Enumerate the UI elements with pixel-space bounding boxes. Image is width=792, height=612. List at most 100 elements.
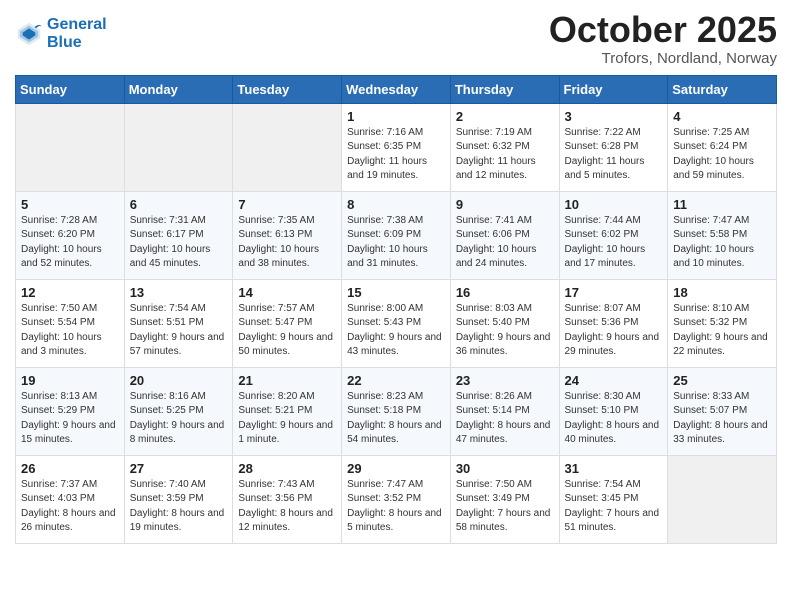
calendar-cell: 8Sunrise: 7:38 AM Sunset: 6:09 PM Daylig… [342,191,451,279]
day-number: 4 [673,109,771,124]
calendar-cell: 16 Sunrise: 8:03 AM Sunset: 5:40 PM Dayli… [450,279,559,367]
day-number: 2 [456,109,554,124]
col-saturday: Saturday [668,75,777,103]
calendar-cell: 27 Sunrise: 7:40 AM Sunset: 3:59 PM Dayli… [124,455,233,543]
calendar-cell: 22 Sunrise: 8:23 AM Sunset: 5:18 PM Dayli… [342,367,451,455]
calendar-cell: 26 Sunrise: 7:37 AM Sunset: 4:03 PM Dayli… [16,455,125,543]
col-tuesday: Tuesday [233,75,342,103]
day-number: 22 [347,373,445,388]
logo-text: General Blue [47,16,107,51]
day-info: Sunrise: 7:47 AM Sunset: 5:58 PM Dayligh… [673,214,771,272]
calendar-cell: 15Sunrise: 8:00 AM Sunset: 5:43 PM Dayli… [342,279,451,367]
day-number: 13 [130,285,228,300]
day-number: 25 [673,373,771,388]
day-info: Sunrise: 8:20 AM Sunset: 5:21 PM Dayligh… [238,390,336,448]
calendar-week-row: 19 Sunrise: 8:13 AM Sunset: 5:29 PM Dayli… [16,367,777,455]
calendar-cell: 12 Sunrise: 7:50 AM Sunset: 5:54 PM Dayli… [16,279,125,367]
day-number: 18 [673,285,771,300]
day-number: 23 [456,373,554,388]
day-info: Sunrise: 8:26 AM Sunset: 5:14 PM Dayligh… [456,390,554,448]
col-wednesday: Wednesday [342,75,451,103]
day-info: Sunrise: 8:23 AM Sunset: 5:18 PM Dayligh… [347,390,445,448]
calendar-cell: 19 Sunrise: 8:13 AM Sunset: 5:29 PM Dayli… [16,367,125,455]
day-info: Sunrise: 7:41 AM Sunset: 6:06 PM Dayligh… [456,214,554,272]
day-info: Sunrise: 7:57 AM Sunset: 5:47 PM Dayligh… [238,302,336,360]
col-friday: Friday [559,75,668,103]
day-number: 1 [347,109,445,124]
day-number: 9 [456,197,554,212]
calendar-cell: 14 Sunrise: 7:57 AM Sunset: 5:47 PM Dayli… [233,279,342,367]
calendar-cell: 24 Sunrise: 8:30 AM Sunset: 5:10 PM Dayli… [559,367,668,455]
day-number: 31 [565,461,663,476]
calendar-cell: 23 Sunrise: 8:26 AM Sunset: 5:14 PM Dayli… [450,367,559,455]
day-number: 12 [21,285,119,300]
day-number: 30 [456,461,554,476]
calendar-week-row: 1 Sunrise: 7:16 AM Sunset: 6:35 PM Daylig… [16,103,777,191]
logo: General Blue [15,16,107,51]
day-info: Sunrise: 8:00 AM Sunset: 5:43 PM Dayligh… [347,302,445,360]
day-info: Sunrise: 7:22 AM Sunset: 6:28 PM Dayligh… [565,126,663,184]
day-number: 26 [21,461,119,476]
day-number: 21 [238,373,336,388]
calendar-cell: 18Sunrise: 8:10 AM Sunset: 5:32 PM Dayli… [668,279,777,367]
calendar-cell [124,103,233,191]
day-info: Sunrise: 8:03 AM Sunset: 5:40 PM Dayligh… [456,302,554,360]
day-number: 20 [130,373,228,388]
col-sunday: Sunday [16,75,125,103]
col-thursday: Thursday [450,75,559,103]
day-info: Sunrise: 8:07 AM Sunset: 5:36 PM Dayligh… [565,302,663,360]
calendar-cell: 13 Sunrise: 7:54 AM Sunset: 5:51 PM Dayli… [124,279,233,367]
day-info: Sunrise: 7:50 AM Sunset: 5:54 PM Dayligh… [21,302,119,360]
day-info: Sunrise: 7:25 AM Sunset: 6:24 PM Dayligh… [673,126,771,184]
calendar-cell: 29Sunrise: 7:47 AM Sunset: 3:52 PM Dayli… [342,455,451,543]
day-info: Sunrise: 8:13 AM Sunset: 5:29 PM Dayligh… [21,390,119,448]
day-info: Sunrise: 7:44 AM Sunset: 6:02 PM Dayligh… [565,214,663,272]
col-monday: Monday [124,75,233,103]
calendar-cell: 5Sunrise: 7:28 AM Sunset: 6:20 PM Daylig… [16,191,125,279]
calendar-cell [16,103,125,191]
day-number: 28 [238,461,336,476]
calendar-cell: 4 Sunrise: 7:25 AM Sunset: 6:24 PM Daylig… [668,103,777,191]
day-number: 19 [21,373,119,388]
page-header: General Blue October 2025 Trofors, Nordl… [15,10,777,67]
calendar-table: Sunday Monday Tuesday Wednesday Thursday… [15,75,777,544]
month-title: October 2025 [549,10,777,50]
day-info: Sunrise: 8:16 AM Sunset: 5:25 PM Dayligh… [130,390,228,448]
day-info: Sunrise: 8:33 AM Sunset: 5:07 PM Dayligh… [673,390,771,448]
calendar-cell: 20 Sunrise: 8:16 AM Sunset: 5:25 PM Dayli… [124,367,233,455]
location: Trofors, Nordland, Norway [549,50,777,67]
day-info: Sunrise: 7:54 AM Sunset: 3:45 PM Dayligh… [565,478,663,536]
calendar-cell: 28Sunrise: 7:43 AM Sunset: 3:56 PM Dayli… [233,455,342,543]
calendar-cell: 1 Sunrise: 7:16 AM Sunset: 6:35 PM Daylig… [342,103,451,191]
calendar-cell: 30Sunrise: 7:50 AM Sunset: 3:49 PM Dayli… [450,455,559,543]
day-number: 14 [238,285,336,300]
calendar-cell: 2Sunrise: 7:19 AM Sunset: 6:32 PM Daylig… [450,103,559,191]
calendar-cell: 7Sunrise: 7:35 AM Sunset: 6:13 PM Daylig… [233,191,342,279]
calendar-body: 1 Sunrise: 7:16 AM Sunset: 6:35 PM Daylig… [16,103,777,543]
calendar-cell [668,455,777,543]
day-number: 24 [565,373,663,388]
day-info: Sunrise: 7:16 AM Sunset: 6:35 PM Dayligh… [347,126,445,184]
logo-icon [15,20,43,48]
calendar-week-row: 12 Sunrise: 7:50 AM Sunset: 5:54 PM Dayli… [16,279,777,367]
calendar-cell: 21 Sunrise: 8:20 AM Sunset: 5:21 PM Dayli… [233,367,342,455]
calendar-week-row: 5Sunrise: 7:28 AM Sunset: 6:20 PM Daylig… [16,191,777,279]
day-info: Sunrise: 8:30 AM Sunset: 5:10 PM Dayligh… [565,390,663,448]
calendar-cell: 6 Sunrise: 7:31 AM Sunset: 6:17 PM Daylig… [124,191,233,279]
day-number: 16 [456,285,554,300]
day-number: 10 [565,197,663,212]
day-info: Sunrise: 7:37 AM Sunset: 4:03 PM Dayligh… [21,478,119,536]
day-info: Sunrise: 7:40 AM Sunset: 3:59 PM Dayligh… [130,478,228,536]
calendar-header-row: Sunday Monday Tuesday Wednesday Thursday… [16,75,777,103]
calendar-cell: 25 Sunrise: 8:33 AM Sunset: 5:07 PM Dayli… [668,367,777,455]
page-container: General Blue October 2025 Trofors, Nordl… [0,0,792,554]
day-number: 6 [130,197,228,212]
calendar-cell: 3Sunrise: 7:22 AM Sunset: 6:28 PM Daylig… [559,103,668,191]
day-info: Sunrise: 7:35 AM Sunset: 6:13 PM Dayligh… [238,214,336,272]
calendar-cell: 31 Sunrise: 7:54 AM Sunset: 3:45 PM Dayli… [559,455,668,543]
day-info: Sunrise: 7:31 AM Sunset: 6:17 PM Dayligh… [130,214,228,272]
day-number: 5 [21,197,119,212]
calendar-cell: 11Sunrise: 7:47 AM Sunset: 5:58 PM Dayli… [668,191,777,279]
day-number: 27 [130,461,228,476]
day-info: Sunrise: 7:54 AM Sunset: 5:51 PM Dayligh… [130,302,228,360]
